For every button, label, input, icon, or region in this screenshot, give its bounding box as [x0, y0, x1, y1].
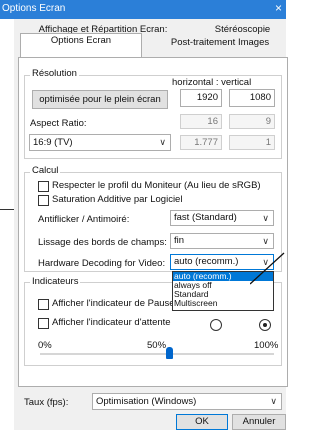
indicators-group-label: Indicateurs — [30, 276, 81, 287]
hw-decoding-label: Hardware Decoding for Video: — [38, 258, 166, 269]
hw-decoding-select-value: auto (recomm.) — [174, 256, 239, 267]
hw-decoding-option[interactable]: Multiscreen — [173, 299, 273, 308]
monitor-profile-label: Respecter le profil du Moniteur (Au lieu… — [52, 180, 261, 191]
chevron-down-icon: ∨ — [270, 396, 277, 406]
resolution-group-label: Résolution — [30, 68, 79, 79]
pause-indicator-label: Afficher l'indicateur de Pause — [52, 298, 175, 309]
calcul-group-label: Calcul — [30, 165, 61, 176]
slider-thumb[interactable] — [165, 347, 173, 359]
cancel-button[interactable]: Annuler — [232, 414, 286, 430]
title-bar: Options Ecran × — [0, 0, 286, 19]
slider-max-label: 100% — [254, 340, 279, 351]
wait-indicator-checkbox[interactable] — [38, 318, 49, 329]
window-title: Options Ecran — [2, 3, 66, 14]
aspect-h-field[interactable]: 9 — [229, 114, 275, 129]
height-field[interactable]: 1080 — [229, 89, 275, 107]
background-window-frame — [0, 19, 15, 210]
aspect-ratio-label: Aspect Ratio: — [30, 118, 87, 129]
aspect-ratio-select-value: 16:9 (TV) — [33, 137, 73, 148]
smoothing-select[interactable]: fin ∨ — [170, 233, 274, 249]
optimize-fullscreen-button[interactable]: optimisée pour le plein écran — [32, 90, 168, 109]
radio-option-left[interactable] — [210, 319, 222, 331]
tab-options-ecran[interactable]: Options Ecran — [20, 33, 142, 58]
smoothing-select-value: fin — [174, 235, 185, 246]
antiflicker-select-value: fast (Standard) — [174, 212, 237, 223]
monitor-profile-checkbox[interactable] — [38, 181, 49, 192]
fps-select-value: Optimisation (Windows) — [96, 396, 197, 407]
chevron-down-icon: ∨ — [262, 236, 269, 246]
tab-post-traitement[interactable]: Post-traitement Images — [160, 37, 280, 50]
wait-indicator-label: Afficher l'indicateur d'attente — [52, 317, 171, 328]
additive-saturation-label: Saturation Additive par Logiciel — [52, 194, 183, 205]
ratio-field[interactable]: 1.777 — [180, 135, 222, 150]
close-icon[interactable]: × — [275, 1, 282, 15]
chevron-down-icon: ∨ — [159, 137, 166, 147]
aspect-ratio-select[interactable]: 16:9 (TV) ∨ — [29, 134, 171, 151]
tab-stereoscopie[interactable]: Stéréoscopie — [205, 24, 280, 35]
additive-saturation-checkbox[interactable] — [38, 195, 49, 206]
slider-track[interactable] — [40, 353, 274, 355]
aspect-w-field[interactable]: 16 — [180, 114, 222, 129]
smoothing-label: Lissage des bords de champs: — [38, 237, 167, 248]
antiflicker-label: Antiflicker / Antimoiré: — [38, 214, 130, 225]
fps-select[interactable]: Optimisation (Windows) ∨ — [92, 393, 282, 410]
pause-indicator-checkbox[interactable] — [38, 299, 49, 310]
width-field[interactable]: 1920 — [180, 89, 222, 107]
ok-button[interactable]: OK — [176, 414, 228, 430]
slider-mid-label: 50% — [147, 340, 167, 351]
resolution-header: horizontal : vertical — [172, 77, 252, 88]
annotation-pointer-line — [250, 252, 285, 285]
radio-option-right[interactable] — [259, 319, 271, 331]
radio-selected-dot — [263, 323, 267, 327]
slider-min-label: 0% — [38, 340, 52, 351]
ratio-h-field[interactable]: 1 — [229, 135, 275, 150]
chevron-down-icon: ∨ — [262, 213, 269, 223]
fps-label: Taux (fps): — [24, 397, 69, 408]
antiflicker-select[interactable]: fast (Standard) ∨ — [170, 210, 274, 226]
